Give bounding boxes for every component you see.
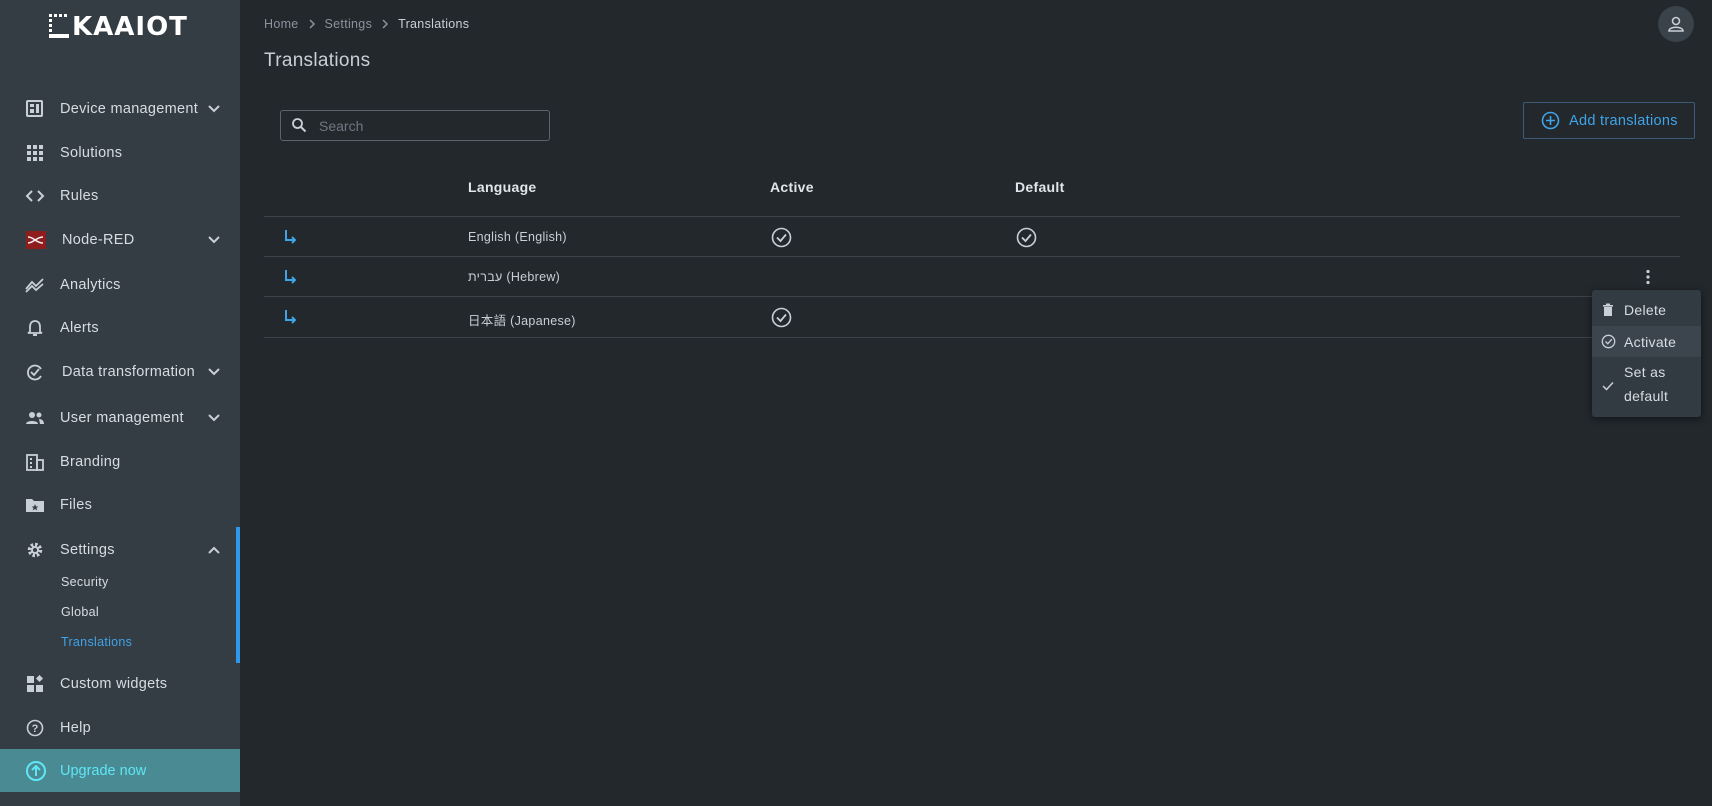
sidebar-item-analytics[interactable]: Analytics: [0, 265, 240, 305]
code-icon: [25, 190, 45, 202]
menu-item-label-line2: default: [1624, 388, 1669, 404]
column-header-default[interactable]: Default: [1015, 179, 1065, 195]
svg-text:?: ?: [32, 723, 39, 735]
sidebar-item-label: Branding: [60, 454, 121, 470]
sidebar-item-node-red[interactable]: Node-RED: [0, 220, 240, 260]
sidebar-item-alerts[interactable]: Alerts: [0, 308, 240, 348]
chevron-down-icon[interactable]: [206, 364, 222, 380]
upgrade-label: Upgrade now: [60, 762, 147, 779]
sidebar-subitem-global[interactable]: Global: [61, 605, 99, 619]
sidebar-item-label: Device management: [60, 101, 199, 117]
sidebar-item-label: Alerts: [60, 320, 99, 336]
analytics-icon: [25, 278, 44, 293]
bell-icon: [27, 320, 43, 336]
user-menu-button[interactable]: [1658, 6, 1694, 42]
chevron-up-icon[interactable]: [206, 542, 222, 558]
sidebar-subitem-translations[interactable]: Translations: [61, 635, 132, 649]
widgets-icon: [27, 675, 44, 692]
language-cell: עברית (Hebrew): [468, 270, 561, 284]
sidebar-item-data-transformation[interactable]: Data transformation: [0, 352, 240, 392]
trash-icon: [1603, 303, 1613, 316]
table-row[interactable]: 日本語 (Japanese): [264, 296, 1680, 338]
sidebar-subitem-security[interactable]: Security: [61, 575, 109, 589]
page-title: Translations: [264, 50, 371, 71]
logo-text: KAAIOT: [72, 12, 188, 42]
table-row[interactable]: עברית (Hebrew): [264, 256, 1680, 297]
sidebar-item-label: Data transformation: [62, 364, 196, 380]
check-circle-icon: [1601, 334, 1616, 349]
gear-icon: [27, 542, 43, 558]
chevron-down-icon[interactable]: [206, 410, 222, 426]
language-cell: 日本語 (Japanese): [468, 314, 576, 328]
menu-item-set-default[interactable]: Set as default: [1592, 358, 1701, 414]
active-section-indicator: [236, 527, 240, 663]
default-check-icon: [1016, 227, 1037, 248]
search-icon: [292, 118, 307, 133]
breadcrumb-current: Translations: [398, 17, 470, 31]
help-icon: ?: [26, 719, 44, 737]
sidebar-item-files[interactable]: Files: [0, 485, 240, 525]
search-box: [280, 110, 550, 141]
menu-item-label: Activate: [1624, 334, 1677, 350]
sidebar-item-device-management[interactable]: Device management: [0, 89, 240, 129]
menu-item-delete[interactable]: Delete: [1592, 295, 1701, 325]
sidebar-item-label: Node-RED: [62, 232, 135, 248]
sidebar-item-label: Settings: [60, 542, 115, 558]
node-red-icon: [26, 231, 46, 249]
subdirectory-arrow-icon: [285, 310, 297, 324]
data-transformation-icon: [27, 364, 42, 381]
breadcrumb-home[interactable]: Home: [264, 17, 299, 31]
kaaiot-logo[interactable]: KAAIOT: [48, 12, 188, 42]
table-row[interactable]: English (English): [264, 216, 1680, 257]
sidebar-item-label: Rules: [60, 188, 99, 204]
arrow-up-circle-icon: [26, 761, 46, 781]
sidebar-item-label: Custom widgets: [60, 676, 168, 692]
chevron-right-icon: [309, 19, 315, 29]
sidebar: KAAIOT Device management Solutions Rules…: [0, 0, 240, 806]
subdirectory-arrow-icon: [285, 270, 297, 284]
menu-item-label: Set as: [1624, 364, 1666, 380]
plus-circle-icon: [1541, 111, 1560, 130]
active-check-icon: [771, 307, 792, 328]
sidebar-item-label: Help: [60, 720, 92, 736]
sidebar-item-label: Solutions: [60, 145, 123, 161]
sidebar-item-label: Analytics: [60, 277, 121, 293]
sidebar-item-label: Files: [60, 497, 93, 513]
column-header-language[interactable]: Language: [468, 179, 537, 195]
sidebar-item-rules[interactable]: Rules: [0, 176, 240, 216]
sidebar-item-settings[interactable]: Settings: [0, 530, 240, 570]
sidebar-item-solutions[interactable]: Solutions: [0, 133, 240, 173]
folder-icon: [26, 499, 44, 512]
search-input[interactable]: [317, 116, 541, 135]
add-translations-label: Add translations: [1569, 112, 1678, 129]
sidebar-item-user-management[interactable]: User management: [0, 398, 240, 438]
breadcrumb-settings[interactable]: Settings: [325, 17, 373, 31]
check-icon: [1602, 381, 1614, 391]
users-icon: [26, 412, 44, 424]
menu-item-activate[interactable]: Activate: [1592, 326, 1701, 357]
subdirectory-arrow-icon: [285, 230, 297, 244]
breadcrumb: Home Settings Translations: [264, 17, 469, 31]
active-check-icon: [771, 227, 792, 248]
add-translations-button[interactable]: Add translations: [1523, 102, 1695, 139]
menu-item-label: Delete: [1624, 302, 1667, 318]
row-context-menu: Delete Activate Set as default: [1592, 290, 1701, 417]
sidebar-item-help[interactable]: ? Help: [0, 708, 240, 748]
device-management-icon: [26, 100, 43, 117]
language-cell: English (English): [468, 230, 567, 244]
chevron-right-icon: [382, 19, 389, 29]
sidebar-item-branding[interactable]: Branding: [0, 442, 240, 482]
building-icon: [26, 454, 44, 471]
sidebar-item-custom-widgets[interactable]: Custom widgets: [0, 664, 240, 704]
chevron-down-icon[interactable]: [206, 232, 222, 248]
chevron-down-icon[interactable]: [206, 101, 222, 117]
grid-icon: [27, 145, 43, 161]
upgrade-now-button[interactable]: Upgrade now: [0, 749, 240, 792]
column-header-active[interactable]: Active: [770, 179, 814, 195]
sidebar-item-label: User management: [60, 410, 184, 426]
logo-mark-icon: [49, 14, 69, 38]
more-vertical-icon[interactable]: [1639, 268, 1657, 286]
user-icon: [1668, 16, 1684, 32]
